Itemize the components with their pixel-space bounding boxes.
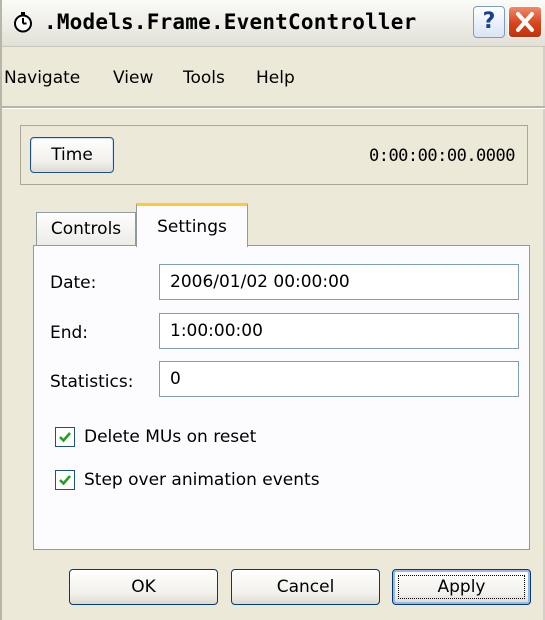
checkmark-icon xyxy=(59,475,71,486)
tab-settings[interactable]: Settings xyxy=(136,203,248,247)
step-over-checkbox[interactable] xyxy=(55,470,75,490)
help-button[interactable]: ? xyxy=(473,6,505,38)
stopwatch-icon xyxy=(14,12,32,33)
menu-help[interactable]: Help xyxy=(256,68,295,88)
menu-view[interactable]: View xyxy=(113,68,153,88)
statistics-field[interactable]: 0 xyxy=(159,361,519,397)
time-button[interactable]: Time xyxy=(30,137,114,173)
menu-tools[interactable]: Tools xyxy=(183,68,225,88)
window-title: .Models.Frame.EventController xyxy=(44,10,417,34)
date-field[interactable]: 2006/01/02 00:00:00 xyxy=(159,264,519,300)
date-label: Date: xyxy=(50,273,97,293)
title-bar[interactable]: .Models.Frame.EventController ? xyxy=(2,0,545,47)
delete-mus-label[interactable]: Delete MUs on reset xyxy=(84,427,256,447)
statistics-label: Statistics: xyxy=(50,372,134,392)
event-controller-window: .Models.Frame.EventController ? Navigate… xyxy=(0,0,545,620)
menu-separator xyxy=(2,106,545,109)
ok-button[interactable]: OK xyxy=(69,569,218,605)
apply-button[interactable]: Apply xyxy=(392,569,531,605)
time-value: 0:00:00:00.0000 xyxy=(368,146,516,166)
help-icon: ? xyxy=(482,9,496,34)
close-button[interactable] xyxy=(508,6,542,38)
focus-rectangle xyxy=(398,575,525,599)
end-label: End: xyxy=(50,323,89,343)
close-icon xyxy=(516,12,534,32)
menu-bar: Navigate View Tools Help xyxy=(2,68,545,98)
cancel-button[interactable]: Cancel xyxy=(231,569,380,605)
step-over-label[interactable]: Step over animation events xyxy=(84,470,320,490)
delete-mus-checkbox[interactable] xyxy=(55,427,75,447)
menu-navigate[interactable]: Navigate xyxy=(4,68,80,88)
checkmark-icon xyxy=(59,432,71,443)
tab-controls[interactable]: Controls xyxy=(36,212,136,246)
end-field[interactable]: 1:00:00:00 xyxy=(159,313,519,349)
